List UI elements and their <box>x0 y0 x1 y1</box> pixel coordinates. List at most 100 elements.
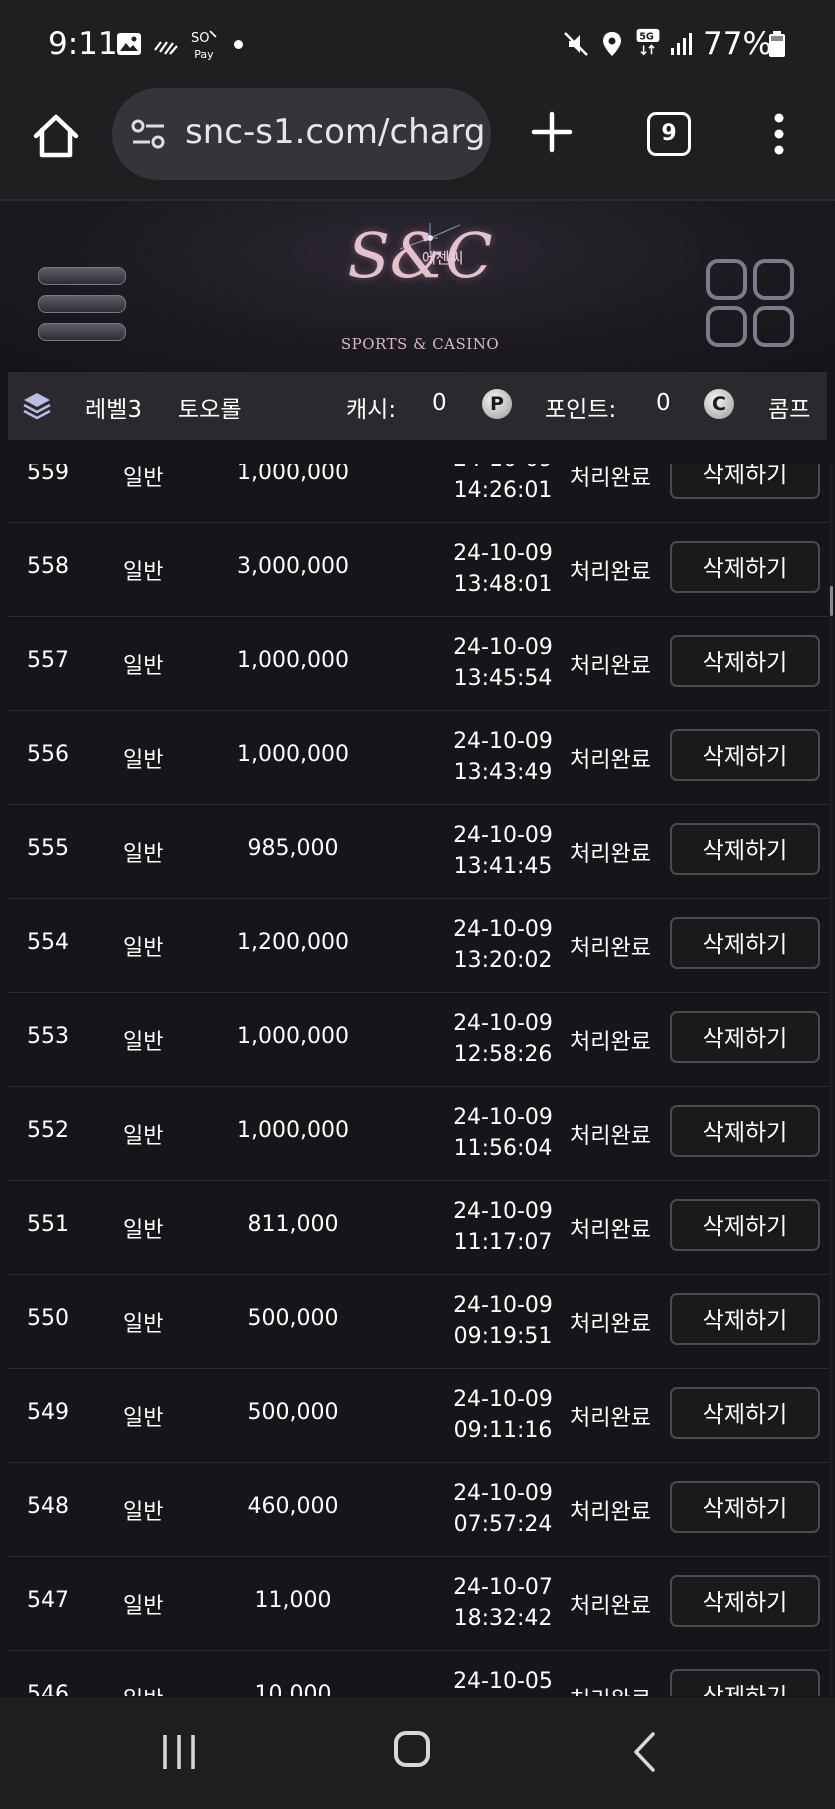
row-status: 처리완료 <box>570 1124 651 1149</box>
browser-toolbar: snc-s1.com/charg 9 <box>0 88 835 201</box>
pay-label: Pay <box>194 48 214 61</box>
delete-button[interactable]: 삭제하기 <box>670 917 820 969</box>
row-number: 552 <box>27 1118 69 1143</box>
row-time: 09:11:16 <box>453 1418 553 1443</box>
row-time: 09:19:51 <box>453 1324 553 1349</box>
row-status: 처리완료 <box>570 560 651 585</box>
site-settings-icon[interactable] <box>130 118 168 150</box>
row-number: 546 <box>27 1682 69 1696</box>
row-datetime: 24-10-09 13:43:49 <box>428 726 578 788</box>
table-row: 548 일반 460,000 처리완료 삭제하기 24-10-09 07:57:24 <box>8 1462 828 1557</box>
new-tab-icon[interactable] <box>530 110 574 154</box>
level-stack-icon <box>23 393 51 420</box>
row-amount: 11,000 <box>254 1588 332 1613</box>
row-date: 24-10-09 <box>453 823 553 848</box>
table-row: 556 일반 1,000,000 처리완료 삭제하기 24-10-09 13:43:49 <box>8 710 828 805</box>
row-datetime: 24-10-09 09:11:16 <box>428 1384 578 1446</box>
row-number: 557 <box>27 648 69 673</box>
row-datetime: 24-10-09 09:19:51 <box>428 1290 578 1352</box>
row-type: 일반 <box>123 1682 163 1696</box>
row-time: 13:20:02 <box>453 948 553 973</box>
delete-button[interactable]: 삭제하기 <box>670 1011 820 1063</box>
row-number: 551 <box>27 1212 69 1237</box>
hamburger-menu-icon[interactable] <box>38 267 128 341</box>
table-row: 554 일반 1,200,000 처리완료 삭제하기 24-10-09 13:20:02 <box>8 898 828 993</box>
comp-label[interactable]: 콤프 <box>768 390 810 424</box>
delete-button[interactable]: 삭제하기 <box>670 823 820 875</box>
row-number: 555 <box>27 836 69 861</box>
row-status: 처리완료 <box>570 1218 651 1243</box>
cash-label: 캐시: <box>346 397 397 423</box>
table-row: 557 일반 1,000,000 처리완료 삭제하기 24-10-09 13:45:54 <box>8 616 828 711</box>
delete-button[interactable]: 삭제하기 <box>670 541 820 593</box>
table-row: 553 일반 1,000,000 처리완료 삭제하기 24-10-09 12:58:26 <box>8 992 828 1087</box>
row-datetime: 24-10-09 11:17:07 <box>428 1196 578 1258</box>
delete-button[interactable]: 삭제하기 <box>670 1199 820 1251</box>
wavy-icon <box>154 41 178 55</box>
row-number: 554 <box>27 930 69 955</box>
row-time: 13:48:01 <box>453 572 553 597</box>
site-logo[interactable]: S&C 에센씨 SPORTS & CASINO <box>330 219 510 359</box>
table-row: 558 일반 3,000,000 처리완료 삭제하기 24-10-09 13:48:01 <box>8 522 828 617</box>
row-datetime: 24-10-09 12:58:26 <box>428 1008 578 1070</box>
row-date: 24-10-05 <box>453 1669 553 1694</box>
delete-button[interactable]: 삭제하기 <box>670 1669 820 1696</box>
back-icon[interactable] <box>632 1731 656 1773</box>
row-amount: 985,000 <box>247 836 339 861</box>
row-type: 일반 <box>123 466 164 491</box>
row-amount: 1,000,000 <box>237 648 349 673</box>
row-amount: 10,000 <box>254 1682 332 1696</box>
row-time: 07:57:24 <box>453 1512 553 1537</box>
row-date: 24-10-09 <box>453 1293 553 1318</box>
row-time: 11:17:07 <box>453 1230 553 1255</box>
row-type: 일반 <box>123 1124 164 1149</box>
delete-button[interactable]: 삭제하기 <box>670 1293 820 1345</box>
row-type: 일반 <box>123 1218 164 1243</box>
row-time: 13:45:54 <box>453 666 553 691</box>
scrollbar-track[interactable] <box>829 464 833 1696</box>
row-date: 24-10-09 <box>453 917 553 942</box>
nav-home-icon[interactable] <box>394 1731 430 1767</box>
delete-button[interactable]: 삭제하기 <box>670 464 820 499</box>
row-status: 처리완료 <box>570 1500 651 1525</box>
point-value: 0 <box>656 390 671 416</box>
row-amount: 3,000,000 <box>237 554 349 579</box>
cash-value: 0 <box>432 390 447 416</box>
row-number: 559 <box>27 464 69 485</box>
home-icon[interactable] <box>30 110 82 162</box>
recent-apps-icon[interactable] <box>161 1733 197 1771</box>
table-row: 559 일반 1,000,000 처리완료 삭제하기 24-10-09 14:26:01 <box>8 464 828 523</box>
row-number: 558 <box>27 554 69 579</box>
delete-button[interactable]: 삭제하기 <box>670 1575 820 1627</box>
table-row: 555 일반 985,000 처리완료 삭제하기 24-10-09 13:41:45 <box>8 804 828 899</box>
charge-history-list: 559일반1,000,000처리완료삭제하기24-10-0914:26:0155… <box>8 464 828 1696</box>
row-date: 24-10-09 <box>453 1481 553 1506</box>
row-status: 처리완료 <box>570 466 651 491</box>
system-nav-bar <box>0 1697 835 1809</box>
row-amount: 811,000 <box>247 1212 339 1237</box>
delete-button[interactable]: 삭제하기 <box>670 729 820 781</box>
row-amount: 460,000 <box>247 1494 339 1519</box>
delete-button[interactable]: 삭제하기 <box>670 1105 820 1157</box>
row-datetime: 24-10-07 18:32:42 <box>428 1572 578 1634</box>
username: 토오롤 <box>178 397 242 423</box>
delete-button[interactable]: 삭제하기 <box>670 1387 820 1439</box>
point-badge-icon: P <box>482 389 512 419</box>
address-bar[interactable]: snc-s1.com/charg <box>112 88 491 180</box>
row-type: 일반 <box>123 1500 164 1525</box>
svg-text:SO: SO <box>191 31 209 46</box>
scrollbar-thumb[interactable] <box>830 586 833 616</box>
row-type: 일반 <box>123 936 164 961</box>
row-number: 547 <box>27 1588 69 1613</box>
notification-dot <box>234 40 243 49</box>
row-number: 549 <box>27 1400 69 1425</box>
comp-badge-icon: C <box>704 389 734 419</box>
delete-button[interactable]: 삭제하기 <box>670 1481 820 1533</box>
row-status: 처리완료 <box>570 1312 651 1337</box>
delete-button[interactable]: 삭제하기 <box>670 635 820 687</box>
tab-switcher-button[interactable]: 9 <box>647 112 691 156</box>
url-text[interactable]: snc-s1.com/charg <box>185 112 486 152</box>
grid-menu-icon[interactable] <box>706 259 796 349</box>
row-type: 일반 <box>123 842 164 867</box>
more-menu-icon[interactable] <box>771 112 787 156</box>
